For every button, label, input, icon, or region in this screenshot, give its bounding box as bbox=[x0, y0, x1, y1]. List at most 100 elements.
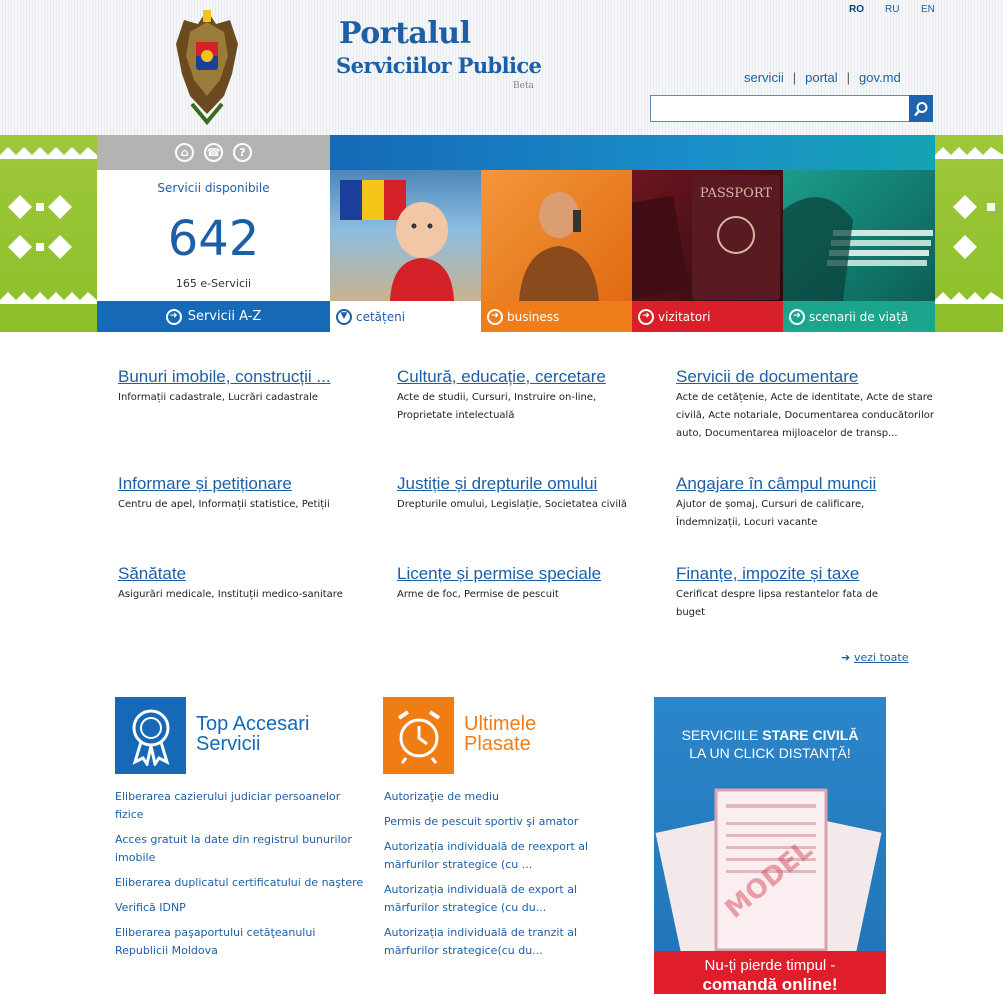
folk-pattern-left bbox=[0, 135, 97, 332]
help-icon[interactable]: ? bbox=[233, 143, 252, 162]
separator: | bbox=[846, 70, 851, 85]
tile-image-life-scenarios[interactable] bbox=[783, 170, 935, 301]
tab-citizens[interactable]: ▼ cetățeni bbox=[330, 301, 481, 332]
ad-footer-line1: Nu-ți pierde timpul - bbox=[704, 957, 836, 974]
arrow-right-icon: ➜ bbox=[487, 308, 503, 325]
folk-pattern-right bbox=[935, 135, 1003, 332]
list-item[interactable]: Autorizația individuală de tranzit al mă… bbox=[384, 924, 624, 960]
ad-footer: Nu-ți pierde timpul - comandă online! bbox=[654, 951, 886, 994]
top-link-servicii[interactable]: servicii bbox=[744, 70, 784, 85]
list-item[interactable]: Permis de pescuit sportiv şi amator bbox=[384, 813, 624, 831]
tab-life-scenarios-label: scenarii de viață bbox=[809, 309, 909, 324]
category-culture: Cultură, educație, cercetare Acte de stu… bbox=[397, 367, 607, 425]
banner-strip bbox=[330, 135, 935, 170]
category-real-estate: Bunuri imobile, construcții ... Informaț… bbox=[118, 367, 378, 407]
list-item[interactable]: Autorizaţie de mediu bbox=[384, 788, 624, 806]
category-title[interactable]: Bunuri imobile, construcții ... bbox=[118, 367, 378, 387]
tab-business[interactable]: ➜ business bbox=[481, 301, 632, 332]
list-item[interactable]: Eliberarea cazierului judiciar persoanel… bbox=[115, 788, 365, 824]
category-description: Acte de studii, Cursuri, Instruire on-li… bbox=[397, 392, 597, 421]
list-item[interactable]: Acces gratuit la date din registrul bunu… bbox=[115, 831, 365, 867]
medal-icon bbox=[115, 697, 186, 774]
services-counter: Servicii disponibile 642 165 e-Servicii bbox=[97, 170, 330, 301]
certificate-image: MODEL bbox=[655, 788, 882, 961]
separator: | bbox=[792, 70, 797, 85]
search-button[interactable] bbox=[909, 95, 933, 122]
top-link-govmd[interactable]: gov.md bbox=[859, 70, 901, 85]
passport-text: PASSPORT bbox=[700, 186, 772, 201]
ad-subheadline: LA UN CLICK DISTANȚĂ! bbox=[689, 745, 851, 761]
top-nav: servicii | portal | gov.md bbox=[744, 70, 901, 85]
beta-label: Beta bbox=[513, 81, 534, 91]
portal-subtitle[interactable]: Serviciilor Publice bbox=[336, 53, 542, 78]
category-description: Drepturile omului, Legislație, Societate… bbox=[397, 499, 627, 510]
list-item[interactable]: Autorizația individuală de reexport al m… bbox=[384, 838, 624, 874]
category-description: Centru de apel, Informații statistice, P… bbox=[118, 499, 330, 510]
arrow-right-icon: ➜ bbox=[789, 308, 805, 325]
tile-image-citizens[interactable] bbox=[330, 170, 481, 301]
arrow-right-icon: ➜ bbox=[841, 651, 851, 664]
lang-en[interactable]: EN bbox=[921, 4, 935, 15]
category-title[interactable]: Angajare în câmpul muncii bbox=[676, 474, 906, 494]
category-title[interactable]: Informare și petiționare bbox=[118, 474, 378, 494]
latest-added-title: Ultimele Plasate bbox=[464, 714, 536, 754]
category-description: Informații cadastrale, Lucrări cadastral… bbox=[118, 392, 319, 403]
arrow-right-icon: ➜ bbox=[165, 308, 182, 325]
tile-image-visitors[interactable]: PASSPORT bbox=[632, 170, 783, 301]
list-item[interactable]: Verifică IDNP bbox=[115, 899, 365, 917]
list-item[interactable]: Autorizația individuală de export al măr… bbox=[384, 881, 624, 917]
category-description: Acte de cetățenie, Acte de identitate, A… bbox=[676, 392, 934, 439]
category-title[interactable]: Finanțe, impozite și taxe bbox=[676, 564, 906, 584]
title-line: Top Accesari bbox=[196, 713, 310, 735]
lang-ru[interactable]: RU bbox=[885, 4, 899, 15]
list-item[interactable]: Eliberarea duplicatul certificatului de … bbox=[115, 874, 365, 892]
arrow-down-icon: ▼ bbox=[336, 308, 352, 325]
alarm-clock-icon bbox=[383, 697, 454, 774]
eservices-count: 165 e-Servicii bbox=[175, 277, 252, 290]
services-available-label: Servicii disponibile bbox=[157, 181, 270, 195]
tile-image-business[interactable] bbox=[481, 170, 632, 301]
top-accessed-title: Top Accesari Servicii bbox=[196, 714, 309, 754]
tab-visitors-label: vizitatori bbox=[658, 309, 711, 324]
category-title[interactable]: Sănătate bbox=[118, 564, 378, 584]
ad-headline: SERVICIILE STARE CIVILĂ bbox=[654, 727, 886, 743]
ad-headline-prefix: SERVICIILE bbox=[681, 727, 759, 743]
category-justice: Justiție și drepturile omului Drepturile… bbox=[397, 474, 657, 514]
category-documentation: Servicii de documentare Acte de cetățeni… bbox=[676, 367, 936, 443]
see-all-link[interactable]: vezi toate bbox=[854, 651, 908, 664]
arrow-right-icon: ➜ bbox=[638, 308, 654, 325]
category-description: Arme de foc, Permise de pescuit bbox=[397, 589, 559, 600]
list-item[interactable]: Eliberarea paşaportului cetăţeanului Rep… bbox=[115, 924, 365, 960]
services-count: 642 bbox=[167, 211, 260, 267]
quick-icons-bar: ⌂ ☎ ? bbox=[97, 135, 330, 170]
category-health: Sănătate Asigurări medicale, Instituții … bbox=[118, 564, 378, 604]
tab-visitors[interactable]: ➜ vizitatori bbox=[632, 301, 783, 332]
home-icon[interactable]: ⌂ bbox=[175, 143, 194, 162]
lang-ro[interactable]: RO bbox=[849, 4, 864, 15]
search-icon bbox=[914, 101, 928, 116]
title-line: Ultimele bbox=[464, 713, 537, 735]
civil-status-ad-banner[interactable]: SERVICIILE STARE CIVILĂ LA UN CLICK DIST… bbox=[654, 697, 886, 994]
search-input[interactable] bbox=[650, 95, 910, 122]
category-title[interactable]: Licențe și permise speciale bbox=[397, 564, 657, 584]
category-employment: Angajare în câmpul muncii Ajutor de șoma… bbox=[676, 474, 906, 532]
top-link-portal[interactable]: portal bbox=[805, 70, 838, 85]
services-az-label: Servicii A-Z bbox=[187, 309, 262, 324]
coat-of-arms-logo[interactable] bbox=[172, 4, 242, 129]
title-line: Plasate bbox=[464, 733, 531, 755]
category-description: Ajutor de șomaj, Cursuri de calificare, … bbox=[676, 499, 865, 528]
tab-business-label: business bbox=[507, 309, 560, 324]
phone-icon[interactable]: ☎ bbox=[204, 143, 223, 162]
title-line: Servicii bbox=[196, 733, 261, 755]
portal-title[interactable]: Portalul bbox=[339, 16, 471, 51]
top-accessed-list: Eliberarea cazierului judiciar persoanel… bbox=[115, 788, 365, 967]
category-title[interactable]: Servicii de documentare bbox=[676, 367, 936, 387]
category-description: Asigurări medicale, Instituții medico-sa… bbox=[118, 589, 343, 600]
tab-life-scenarios[interactable]: ➜ scenarii de viață bbox=[783, 301, 935, 332]
category-title[interactable]: Cultură, educație, cercetare bbox=[397, 367, 607, 387]
category-finance: Finanțe, impozite și taxe Cerificat desp… bbox=[676, 564, 906, 622]
category-description: Cerificat despre lipsa restantelor fata … bbox=[676, 589, 879, 618]
category-title[interactable]: Justiție și drepturile omului bbox=[397, 474, 657, 494]
services-az-button[interactable]: ➜ Servicii A-Z bbox=[97, 301, 330, 332]
category-licenses: Licențe și permise speciale Arme de foc,… bbox=[397, 564, 657, 604]
